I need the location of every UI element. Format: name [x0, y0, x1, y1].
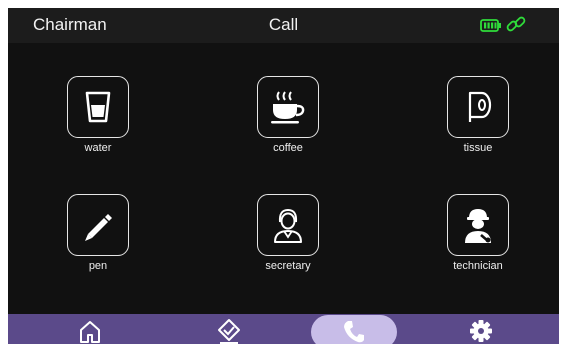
- technician-button[interactable]: technician: [416, 192, 536, 302]
- link-icon: [506, 16, 526, 32]
- tissue-tile[interactable]: [447, 76, 509, 138]
- water-glass-icon: [85, 91, 111, 123]
- settings-icon: [470, 320, 492, 342]
- coffee-label: coffee: [273, 142, 303, 154]
- pen-tile[interactable]: [67, 194, 129, 256]
- header-bar: Chairman Call: [8, 8, 559, 43]
- tissue-label: tissue: [463, 142, 493, 154]
- battery-icon: [480, 19, 501, 32]
- secretary-icon: [274, 208, 302, 243]
- coffee-tile[interactable]: [257, 76, 319, 138]
- tissue-roll-icon: [468, 91, 492, 122]
- water-label: water: [84, 142, 112, 154]
- nav-home[interactable]: [78, 318, 102, 344]
- bottom-nav: [8, 314, 559, 344]
- nav-call[interactable]: [342, 318, 366, 344]
- nav-check[interactable]: [217, 318, 241, 344]
- pen-label: pen: [88, 260, 108, 272]
- home-icon: [80, 321, 100, 343]
- nav-settings[interactable]: [469, 318, 493, 344]
- pen-icon: [85, 214, 112, 241]
- secretary-tile[interactable]: [257, 194, 319, 256]
- coffee-button[interactable]: coffee: [226, 74, 346, 184]
- coffee-cup-icon: [271, 91, 305, 124]
- water-tile[interactable]: [67, 76, 129, 138]
- pen-button[interactable]: pen: [36, 192, 156, 302]
- technician-label: technician: [453, 260, 503, 272]
- tissue-button[interactable]: tissue: [416, 74, 536, 184]
- water-button[interactable]: water: [36, 74, 156, 184]
- call-screen: Chairman Call water coffee tissue pen se…: [8, 8, 559, 344]
- technician-icon: [465, 209, 491, 243]
- secretary-label: secretary: [265, 260, 311, 272]
- technician-tile[interactable]: [447, 194, 509, 256]
- phone-icon: [344, 321, 364, 343]
- page-title: Call: [268, 15, 299, 34]
- secretary-button[interactable]: secretary: [226, 192, 346, 302]
- check-icon: [218, 319, 240, 344]
